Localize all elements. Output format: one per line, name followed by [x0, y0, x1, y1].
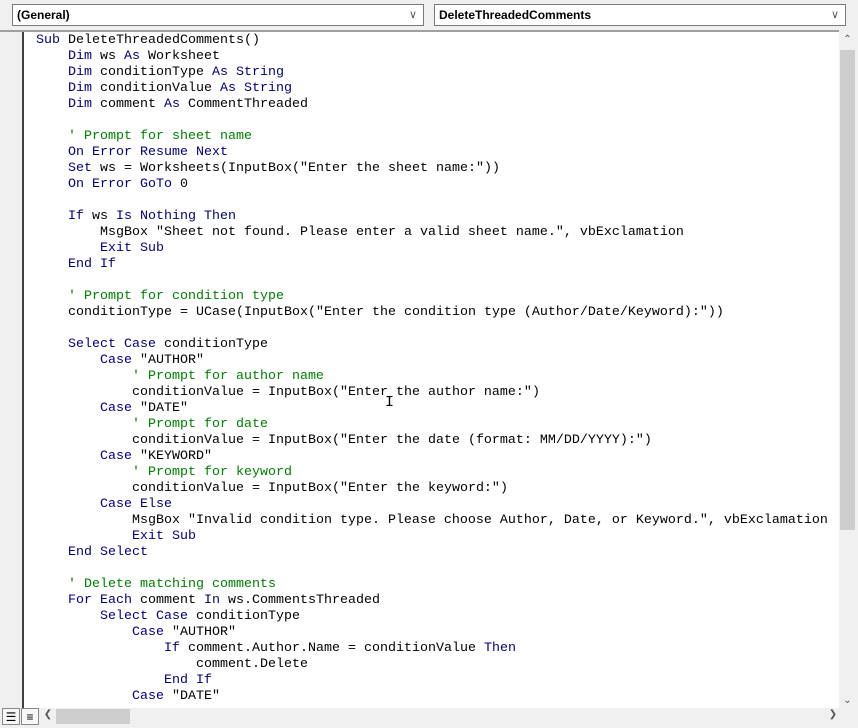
code-line: conditionValue = InputBox("Enter the dat… — [131, 433, 652, 448]
code-line: Select Case conditionType — [68, 337, 268, 352]
code-line: Case "DATE" — [100, 401, 188, 416]
code-line: conditionType = UCase(InputBox("Enter th… — [68, 305, 724, 320]
object-dropdown[interactable]: (General) ∨ — [12, 4, 424, 26]
code-line: ' Delete matching comments — [36, 577, 276, 592]
chevron-down-icon: ∨ — [408, 9, 417, 21]
code-line: Case "AUTHOR" — [131, 625, 236, 640]
code-line: ' Prompt for keyword — [36, 465, 292, 480]
code-line: conditionValue = InputBox("Enter the key… — [131, 481, 508, 496]
scroll-right-icon[interactable]: ❯ — [827, 709, 839, 720]
procedure-view-button[interactable]: ☰ — [2, 708, 20, 725]
scroll-left-icon[interactable]: ❮ — [42, 709, 54, 720]
procedure-dropdown[interactable]: DeleteThreadedComments ∨ — [434, 4, 846, 26]
code-line: End Select — [68, 545, 148, 560]
code-line: If comment.Author.Name = conditionValue … — [163, 641, 516, 656]
code-line: Select Case conditionType — [100, 609, 300, 624]
scroll-up-icon[interactable]: ⌃ — [839, 34, 856, 45]
code-line: Exit Sub — [131, 529, 196, 544]
code-line: Dim comment As CommentThreaded — [68, 97, 308, 112]
code-line: MsgBox "Sheet not found. Please enter a … — [100, 225, 684, 240]
code-line: MsgBox "Invalid condition type. Please c… — [131, 513, 828, 528]
code-line: Case Else — [100, 497, 172, 512]
code-line: ' Prompt for condition type — [36, 289, 284, 304]
code-line: Case "KEYWORD" — [100, 449, 212, 464]
margin-indicator-bar[interactable] — [0, 32, 24, 708]
code-line: Case "DATE" — [131, 689, 220, 704]
code-line: On Error GoTo 0 — [68, 177, 188, 192]
code-line: For Each comment In ws.CommentsThreaded — [68, 593, 380, 608]
code-line: comment.Delete — [195, 657, 308, 672]
code-line: Exit Sub — [100, 241, 164, 256]
horizontal-scrollbar[interactable]: ❮ ❯ — [42, 708, 839, 725]
code-editor[interactable]: Sub DeleteThreadedComments() Dim ws As W… — [0, 30, 839, 708]
code-line: Dim conditionValue As String — [68, 81, 292, 96]
procedure-dropdown-value: DeleteThreadedComments — [439, 8, 592, 22]
code-line: Dim ws As Worksheet — [68, 49, 220, 64]
object-dropdown-value: (General) — [17, 8, 70, 22]
scroll-down-icon[interactable]: ⌄ — [839, 695, 856, 706]
vertical-scrollbar[interactable]: ⌃ ⌄ — [839, 30, 856, 708]
code-line: ' Prompt for author name — [36, 369, 324, 384]
code-line: Case "AUTHOR" — [100, 353, 204, 368]
full-module-view-button[interactable]: ≡ — [21, 708, 39, 725]
code-line: Set ws = Worksheets(InputBox("Enter the … — [68, 161, 500, 176]
vertical-scroll-thumb[interactable] — [840, 50, 855, 530]
code-line: End If — [163, 673, 212, 688]
horizontal-scroll-thumb[interactable] — [56, 709, 130, 724]
code-line: Dim conditionType As String — [68, 65, 284, 80]
code-line: On Error Resume Next — [68, 145, 228, 160]
text-cursor-icon: I — [385, 394, 395, 411]
code-line: conditionValue = InputBox("Enter the aut… — [131, 385, 540, 400]
code-line: End If — [68, 257, 116, 272]
code-line: Sub DeleteThreadedComments() — [36, 33, 260, 48]
code-line: ' Prompt for sheet name — [36, 129, 252, 144]
code-lines: Sub DeleteThreadedComments() Dim ws As W… — [36, 33, 828, 705]
code-line: ' Prompt for date — [36, 417, 268, 432]
chevron-down-icon: ∨ — [830, 9, 839, 21]
code-line: If ws Is Nothing Then — [68, 209, 236, 224]
